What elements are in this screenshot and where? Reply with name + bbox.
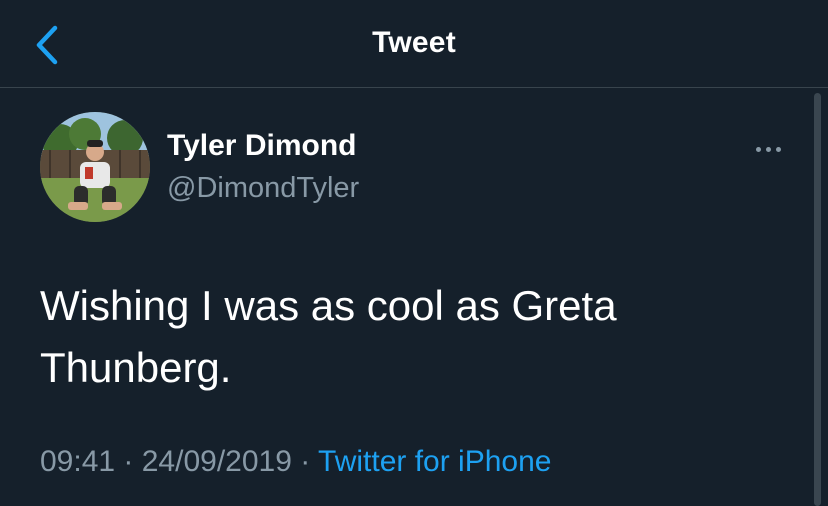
navigation-bar: Tweet: [0, 0, 828, 88]
tweet-text: Wishing I was as cool as Greta Thunberg.: [40, 282, 617, 391]
author-handle[interactable]: @DimondTyler: [167, 172, 359, 205]
more-options-button[interactable]: [748, 137, 788, 161]
tweet-metadata: 09:41 · 24/09/2019 · Twitter for iPhone: [40, 445, 551, 479]
tweet-date: 24/09/2019: [141, 445, 292, 478]
author-name[interactable]: Tyler Dimond: [167, 129, 356, 163]
more-horizontal-icon: [755, 146, 761, 152]
avatar[interactable]: [40, 112, 150, 222]
scrollbar[interactable]: [814, 93, 821, 506]
page-title: Tweet: [372, 26, 456, 59]
tweet-source-link[interactable]: Twitter for iPhone: [318, 445, 551, 478]
meta-separator: ·: [291, 445, 319, 478]
user-avatar-photo: [40, 112, 150, 222]
more-horizontal-icon-dot: [765, 146, 771, 152]
tweet-time: 09:41: [40, 445, 116, 478]
more-horizontal-icon-dot: [775, 146, 781, 152]
tweet-detail-screen: Tweet Tyler Dimond @DimondTyler Wishing …: [0, 0, 828, 506]
meta-separator: ·: [115, 445, 142, 478]
tweet: Tyler Dimond @DimondTyler Wishing I was …: [0, 89, 828, 506]
